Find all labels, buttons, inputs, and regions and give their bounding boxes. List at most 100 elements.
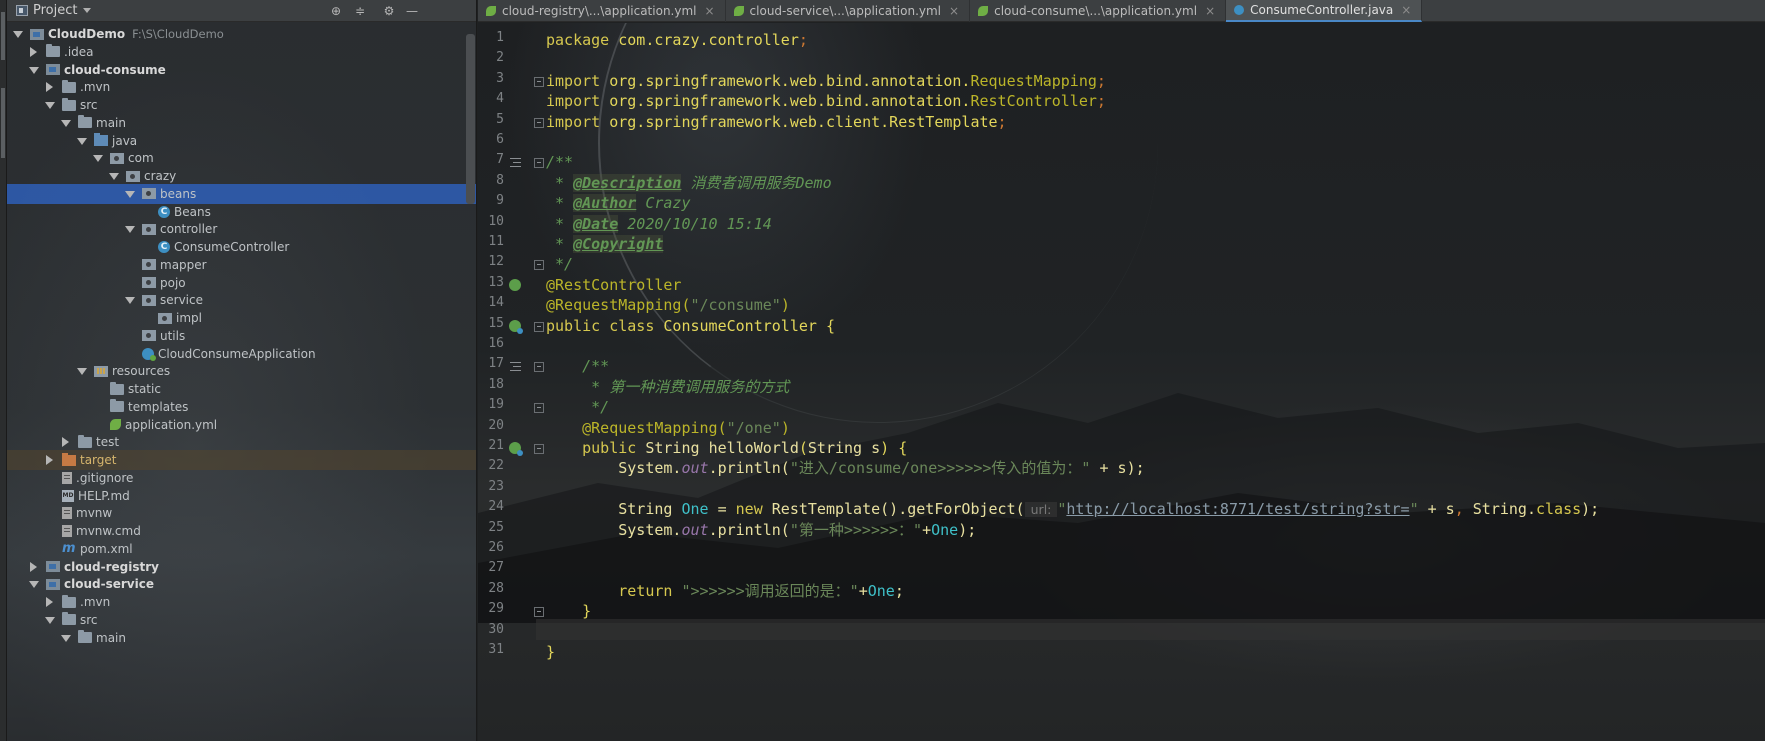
chevron-down-icon[interactable] xyxy=(60,633,71,643)
code-token: "/one" xyxy=(726,418,781,437)
code-token: /** xyxy=(546,153,574,172)
chevron-right-icon[interactable] xyxy=(60,437,70,448)
tree-item-label: test xyxy=(96,435,120,450)
editor-tab[interactable]: cloud-consume\...\application.yml × xyxy=(970,0,1227,22)
code-token: Crazy xyxy=(636,194,691,213)
yml-icon xyxy=(110,419,121,430)
line-number: 24 xyxy=(488,499,504,515)
chevron-down-icon[interactable] xyxy=(44,615,55,625)
fold-end-icon[interactable] xyxy=(534,260,544,271)
folder-icon xyxy=(78,630,92,643)
module-icon xyxy=(30,28,44,40)
appcls-icon xyxy=(142,347,156,361)
code-token: { xyxy=(825,316,835,335)
chevron-down-icon[interactable] xyxy=(124,224,135,234)
editor-tab[interactable]: cloud-service\...\application.yml × xyxy=(726,0,971,22)
pkg-icon xyxy=(142,277,156,288)
code-token: } xyxy=(546,602,592,621)
close-icon[interactable]: × xyxy=(949,4,959,18)
code-line: import org.springframework.web.bind.anno… xyxy=(546,71,1106,91)
tree-item-label: .gitignore xyxy=(76,470,134,485)
code-token: package xyxy=(546,31,619,49)
fold-marker-icon[interactable] xyxy=(534,321,544,332)
chevron-down-icon[interactable] xyxy=(124,189,135,199)
project-tool-button[interactable] xyxy=(1,12,5,60)
tree-item-label: resources xyxy=(112,364,171,379)
collapse-all-icon[interactable]: ≑ xyxy=(353,4,367,18)
editor-tab-bar: cloud-registry\...\application.yml × cloud… xyxy=(478,0,1765,22)
code-token: url: xyxy=(1024,502,1058,518)
editor-tab[interactable]: ConsumeController.java × xyxy=(1226,0,1423,22)
spring-bean-icon[interactable] xyxy=(509,278,521,291)
tree-item[interactable]: main xyxy=(7,628,476,648)
fold-marker-icon[interactable] xyxy=(534,444,544,454)
chevron-down-icon[interactable] xyxy=(60,118,71,128)
code-line: System.out.println("第一种>>>>>>："+One); xyxy=(546,520,976,540)
code-token: ) xyxy=(780,296,790,315)
close-icon[interactable]: × xyxy=(1401,3,1411,17)
code-token: @RequestMapping( xyxy=(546,418,727,437)
code-token: org.springframework.web.bind.annotation. xyxy=(609,92,971,111)
fold-end-icon[interactable] xyxy=(534,607,544,618)
chevron-down-icon[interactable] xyxy=(76,136,87,146)
tree-item-label: beans xyxy=(160,186,197,201)
code-token: One xyxy=(681,500,709,519)
chevron-right-icon[interactable] xyxy=(28,561,38,572)
code-line: package com.crazy.controller; xyxy=(546,30,808,50)
code-token: * xyxy=(546,235,574,253)
line-number: 17 xyxy=(488,356,504,372)
fold-end-icon[interactable] xyxy=(534,117,544,128)
gear-icon[interactable]: ⚙ xyxy=(382,4,396,18)
tree-item-label: HELP.md xyxy=(78,488,130,503)
code-token: import xyxy=(546,92,610,111)
code-token: class xyxy=(1536,500,1582,519)
chevron-down-icon[interactable] xyxy=(92,153,103,163)
code-editor[interactable]: 1 2 3 4 5 6 7 8 9 10 11 12 13 14 15 16 17 18 19 20 21 22 23 24 2… xyxy=(478,23,1765,741)
doc-render-icon[interactable] xyxy=(510,158,521,168)
line-number: 6 xyxy=(496,132,504,147)
spring-bean-icon[interactable] xyxy=(509,442,523,456)
code-token: */ xyxy=(546,255,574,274)
project-tree-scrollbar[interactable] xyxy=(466,34,475,204)
line-number: 19 xyxy=(488,397,504,413)
code-token: org.springframework.web.client.RestTempl… xyxy=(609,112,998,131)
locate-icon[interactable]: ⊕ xyxy=(329,4,343,18)
fold-marker-icon[interactable] xyxy=(534,158,544,169)
code-token: * xyxy=(546,194,574,213)
editor-tab[interactable]: cloud-registry\...\application.yml × xyxy=(478,0,726,22)
chevron-down-icon[interactable] xyxy=(28,65,39,75)
folder-icon xyxy=(62,594,76,608)
tree-item-label: service xyxy=(160,293,203,308)
minimize-icon[interactable]: — xyxy=(405,4,419,18)
doc-render-icon[interactable] xyxy=(510,362,521,372)
module-icon xyxy=(46,64,60,75)
line-number: 29 xyxy=(488,601,504,617)
chevron-right-icon[interactable] xyxy=(44,597,54,607)
spring-bean-icon[interactable] xyxy=(509,319,523,334)
fold-marker-icon[interactable] xyxy=(534,362,544,373)
chevron-down-icon[interactable] xyxy=(12,29,23,39)
chevron-right-icon[interactable] xyxy=(28,46,38,57)
code-token: ">>>>>>调用返回的是：" xyxy=(681,581,859,600)
fold-marker-icon[interactable] xyxy=(534,76,544,87)
chevron-right-icon[interactable] xyxy=(44,82,54,93)
chevron-down-icon[interactable] xyxy=(44,100,55,110)
close-icon[interactable]: × xyxy=(704,4,714,18)
fold-end-icon[interactable] xyxy=(534,403,544,414)
close-icon[interactable]: × xyxy=(1205,4,1215,18)
chevron-right-icon[interactable] xyxy=(44,455,54,465)
code-token: import xyxy=(546,71,610,90)
code-line: * @Date 2020/10/10 15:14 xyxy=(546,214,772,234)
chevron-down-icon[interactable] xyxy=(108,171,119,181)
chevron-down-icon[interactable] xyxy=(76,366,87,376)
structure-tool-button[interactable] xyxy=(1,88,5,158)
project-panel-title[interactable]: Project xyxy=(33,3,77,18)
line-number: 14 xyxy=(488,295,504,311)
chevron-down-icon[interactable] xyxy=(83,8,92,13)
src-icon xyxy=(94,133,108,146)
tree-item-label: impl xyxy=(176,311,202,325)
chevron-down-icon[interactable] xyxy=(124,295,135,305)
code-token: } xyxy=(546,643,556,661)
code-token: System. xyxy=(546,459,682,478)
chevron-down-icon[interactable] xyxy=(28,579,39,589)
